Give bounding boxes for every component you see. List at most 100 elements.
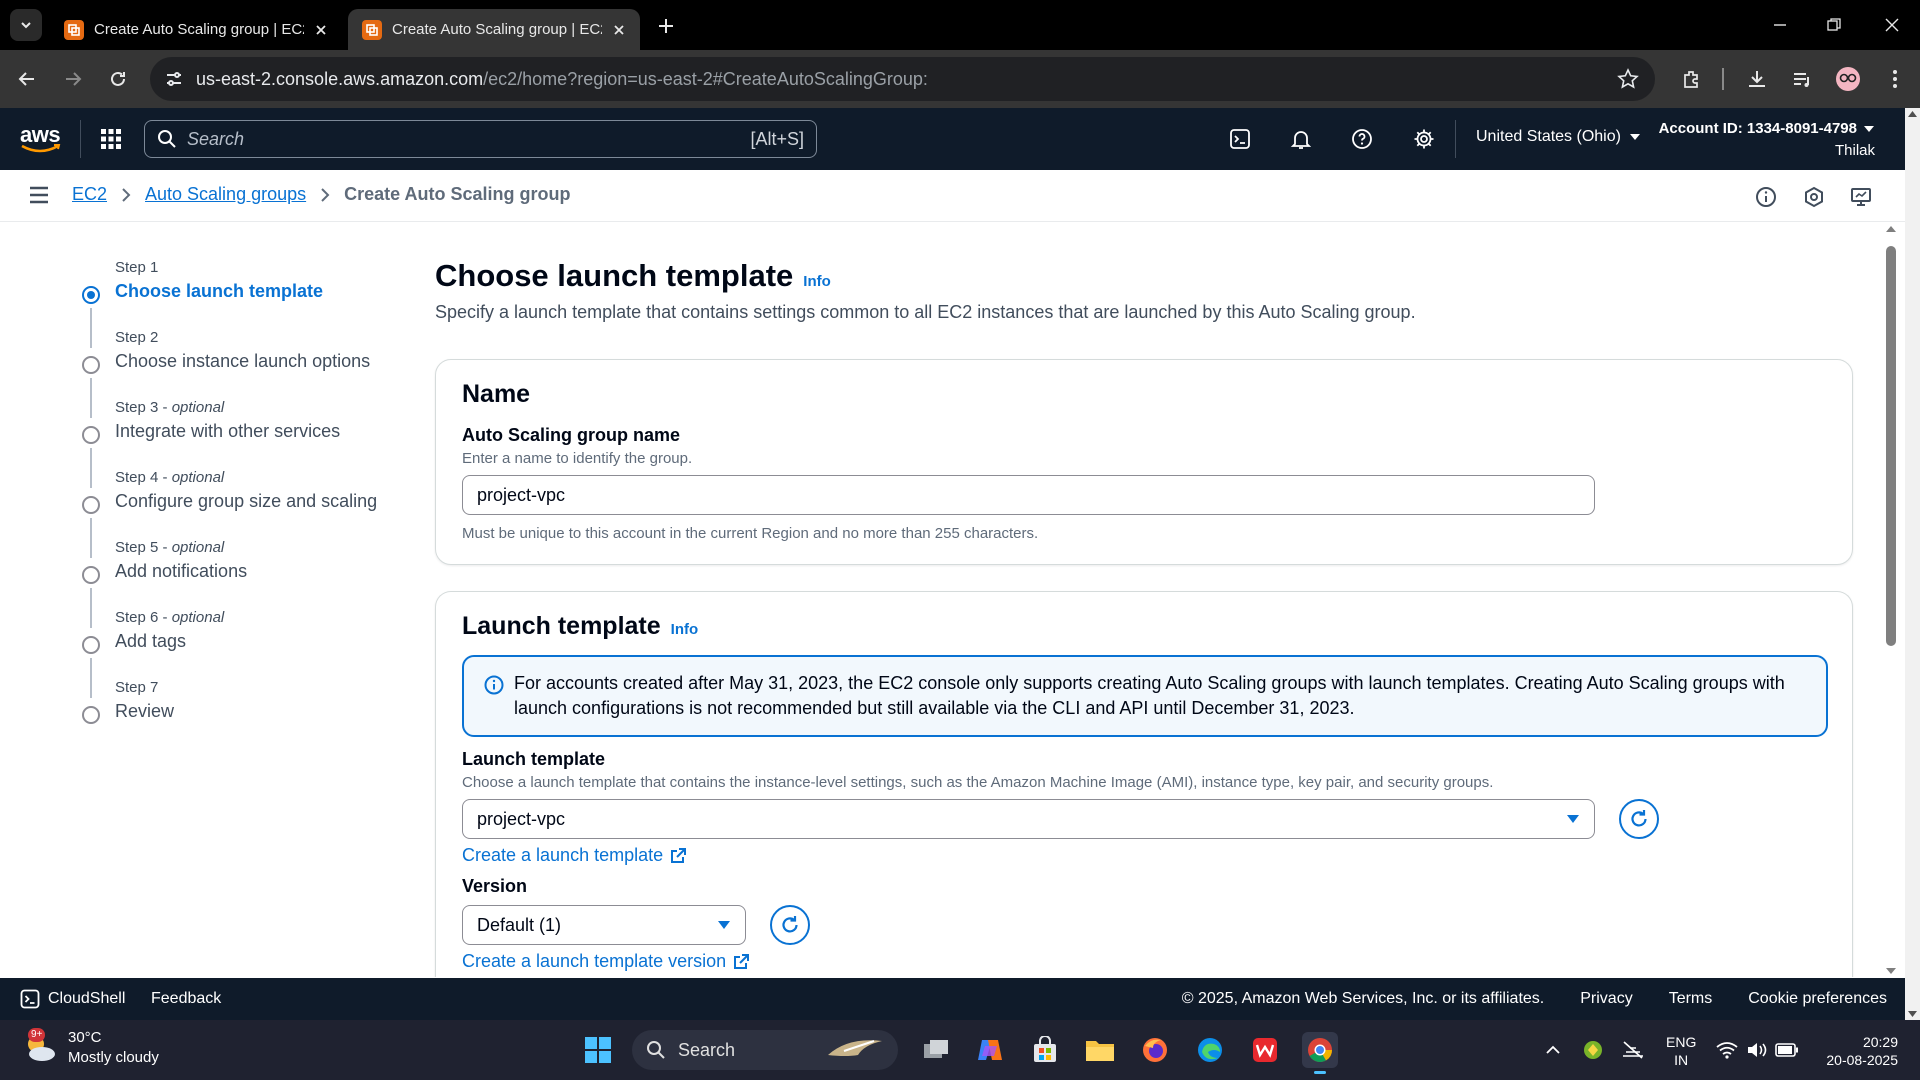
launch-template-select[interactable]: project-vpc (462, 799, 1595, 839)
minimize-window-button[interactable] (1752, 0, 1808, 50)
reload-button[interactable] (103, 64, 133, 94)
input-language-indicator[interactable]: ENG IN (1666, 1033, 1696, 1069)
tray-app-icon[interactable] (1578, 1032, 1608, 1068)
volume-icon[interactable] (1742, 1032, 1772, 1068)
cloudshell-nav-button[interactable] (1227, 126, 1253, 152)
tab-title: Create Auto Scaling group | EC2 | us-eas… (392, 21, 602, 38)
asg-name-input[interactable]: project-vpc (462, 475, 1595, 515)
security-panel-button[interactable] (1802, 185, 1826, 209)
step-label: Step 5 - optional (115, 539, 225, 556)
edge-app[interactable] (1192, 1032, 1228, 1068)
side-nav-toggle[interactable] (28, 186, 50, 204)
cookie-preferences-link[interactable]: Cookie preferences (1748, 990, 1887, 1008)
refresh-launch-templates-button[interactable] (1619, 799, 1659, 839)
extensions-button[interactable] (1677, 64, 1707, 94)
firefox-icon (1143, 1038, 1167, 1062)
step-indicator-icon (82, 706, 100, 724)
close-tab-icon[interactable] (610, 21, 628, 39)
wps-office-app[interactable] (1247, 1032, 1283, 1068)
help-button[interactable] (1349, 126, 1375, 152)
browser-tab-2-active[interactable]: Create Auto Scaling group | EC2 | us-eas… (348, 9, 640, 50)
create-launch-template-version-link[interactable]: Create a launch template version (462, 951, 1826, 972)
tab-search-button[interactable] (10, 9, 42, 41)
minimize-icon (1774, 24, 1786, 26)
version-select[interactable]: Default (1) (462, 905, 746, 945)
back-button[interactable] (12, 64, 42, 94)
weather-widget[interactable]: 9+ 30°C Mostly cloudy (22, 1028, 159, 1068)
show-hidden-icons-button[interactable] (1538, 1032, 1568, 1068)
battery-icon[interactable] (1772, 1032, 1802, 1068)
wizard-step-1[interactable]: Step 1 Choose launch template (78, 258, 408, 348)
info-link[interactable]: Info (803, 273, 831, 290)
media-control-button[interactable] (1787, 64, 1817, 94)
feedback-link[interactable]: Feedback (151, 990, 221, 1008)
account-menu[interactable]: Account ID: 1334-8091-4798 Thilak (1659, 118, 1875, 162)
profile-avatar[interactable] (1833, 64, 1863, 94)
taskbar-search[interactable]: Search (632, 1030, 898, 1070)
chevron-up-icon (1546, 1045, 1560, 1054)
field-description: Enter a name to identify the group. (462, 450, 693, 467)
tab-title: Create Auto Scaling group | EC2 | us-eas… (94, 21, 304, 38)
wifi-icon (1716, 1042, 1738, 1059)
step-label: Step 2 (115, 329, 159, 346)
content-scrollbar-thumb[interactable] (1886, 246, 1896, 646)
search-placeholder: Search (187, 128, 245, 149)
wizard-step-6[interactable]: Step 6 - optional Add tags (78, 608, 408, 698)
browser-tab-1[interactable]: Create Auto Scaling group | EC2 | us-eas… (50, 9, 342, 50)
aws-logo[interactable]: aws (20, 122, 62, 154)
breadcrumb-auto-scaling-groups[interactable]: Auto Scaling groups (145, 184, 306, 205)
bookmark-star-icon[interactable] (1617, 68, 1639, 90)
content-scrollbar[interactable] (1882, 222, 1902, 978)
wizard-step-5[interactable]: Step 5 - optional Add notifications (78, 538, 408, 628)
new-tab-button[interactable] (652, 12, 680, 40)
refresh-versions-button[interactable] (770, 905, 810, 945)
firefox-app[interactable] (1137, 1032, 1173, 1068)
windows-start-button[interactable] (580, 1032, 616, 1068)
privacy-link[interactable]: Privacy (1580, 990, 1632, 1008)
address-bar[interactable]: us-east-2.console.aws.amazon.com/ec2/hom… (150, 57, 1655, 101)
asg-name-value: project-vpc (477, 484, 566, 505)
caret-down-icon (1629, 134, 1640, 140)
page-scrollbar[interactable] (1905, 108, 1920, 1020)
step-indicator-icon (82, 636, 100, 654)
breadcrumb-ec2[interactable]: EC2 (72, 184, 107, 205)
wizard-step-2[interactable]: Step 2 Choose instance launch options (78, 328, 408, 418)
chevron-right-icon (121, 187, 131, 203)
info-link[interactable]: Info (671, 621, 699, 638)
step-name: Choose instance launch options (115, 351, 371, 371)
services-menu-button[interactable] (100, 128, 122, 150)
terms-link[interactable]: Terms (1669, 990, 1713, 1008)
forward-button[interactable] (58, 64, 88, 94)
cloudshell-button[interactable]: CloudShell (20, 989, 125, 1009)
create-launch-template-link[interactable]: Create a launch template (462, 845, 1826, 866)
aws-search-input[interactable]: Search [Alt+S] (144, 120, 817, 158)
copilot-app[interactable] (972, 1032, 1008, 1068)
system-clock[interactable]: 20:29 20-08-2025 (1826, 1033, 1898, 1069)
scroll-up-icon (1908, 111, 1917, 117)
info-panel-button[interactable] (1754, 185, 1778, 209)
monitor-panel-button[interactable] (1849, 185, 1873, 209)
restore-window-button[interactable] (1806, 0, 1862, 50)
region-name: United States (Ohio) (1476, 128, 1621, 145)
close-window-button[interactable] (1864, 0, 1920, 50)
site-settings-icon[interactable] (164, 69, 184, 89)
file-explorer-app[interactable] (1082, 1032, 1118, 1068)
url-host: us-east-2.console.aws.amazon.com (196, 68, 484, 89)
chrome-app-active[interactable] (1302, 1032, 1338, 1074)
downloads-button[interactable] (1742, 64, 1772, 94)
close-tab-icon[interactable] (312, 21, 330, 39)
notifications-button[interactable] (1288, 126, 1314, 152)
settings-button[interactable] (1411, 126, 1437, 152)
task-view-button[interactable] (918, 1032, 954, 1068)
field-label: Version (462, 876, 528, 896)
main-content: Choose launch template Info Specify a la… (435, 258, 1853, 991)
region-selector[interactable]: United States (Ohio) (1476, 128, 1641, 146)
wizard-step-7[interactable]: Step 7 Review (78, 678, 408, 748)
wifi-icon[interactable] (1712, 1032, 1742, 1068)
wizard-step-3[interactable]: Step 3 - optional Integrate with other s… (78, 398, 408, 488)
network-offline-icon[interactable] (1618, 1032, 1648, 1068)
launch-template-value: project-vpc (477, 808, 566, 829)
browser-menu-button[interactable] (1880, 64, 1910, 94)
wizard-step-4[interactable]: Step 4 - optional Configure group size a… (78, 468, 408, 558)
microsoft-store-app[interactable] (1027, 1032, 1063, 1068)
